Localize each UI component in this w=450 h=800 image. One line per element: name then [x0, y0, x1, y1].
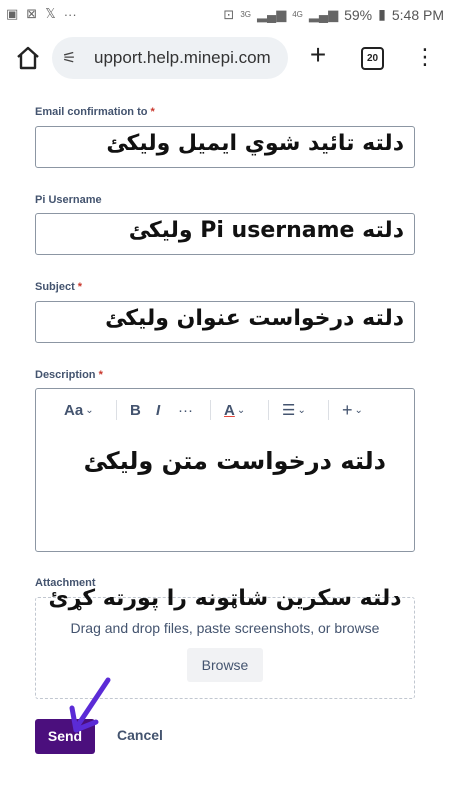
chevron-down-icon: ⌄ — [236, 404, 246, 416]
url-text: upport.help.minepi.com — [94, 48, 271, 67]
subject-field[interactable]: دلته درخواست عنوان وليکئ — [35, 301, 415, 343]
new-tab-button[interactable]: + — [304, 41, 332, 70]
browser-toolbar: ⚟ upport.help.minepi.com + 20 ⋮ — [0, 30, 450, 86]
insert-button[interactable]: + ⌄ — [342, 400, 363, 421]
toolbar-divider — [268, 400, 269, 420]
email-field-value: دلته تائيد شوي ايميل وليکئ — [106, 131, 404, 156]
editor-toolbar: Aa ⌄ B I ··· A ⌄ ☰ ⌄ + ⌄ — [36, 389, 414, 431]
pointer-arrow-icon — [69, 677, 111, 733]
subject-label: Subject * — [35, 281, 82, 293]
status-bar: ▣ ⊠ 𝕏 ··· ⊡ 3G ▂▄▆ 4G ▂▄▆ 59% ▮ 5:48 PM — [0, 0, 450, 30]
site-settings-icon[interactable]: ⚟ — [62, 48, 88, 68]
battery-icon: ▮ — [378, 6, 386, 22]
image-icon: ▣ — [6, 6, 19, 21]
subject-label-text: Subject — [35, 281, 75, 293]
description-label-text: Description — [35, 369, 96, 381]
username-field[interactable]: دلته Pi username وليکئ — [35, 213, 415, 255]
username-label: Pi Username — [35, 194, 102, 206]
cancel-button[interactable]: Cancel — [117, 727, 163, 743]
email-label: Email confirmation to * — [35, 106, 155, 118]
list-button[interactable]: ☰ ⌄ — [282, 401, 306, 419]
tab-switcher-button[interactable]: 20 — [361, 47, 384, 70]
network2-label: 4G — [292, 10, 303, 19]
browse-button[interactable]: Browse — [187, 648, 263, 682]
signal2-icon: ▂▄▆ — [308, 6, 339, 22]
bold-button[interactable]: B — [130, 402, 141, 419]
required-marker: * — [150, 106, 155, 118]
italic-button[interactable]: I — [156, 402, 160, 419]
more-formatting-button[interactable]: ··· — [178, 402, 193, 419]
toolbar-divider — [328, 400, 329, 420]
toolbar-divider — [116, 400, 117, 420]
bluetooth-alt-icon: ⊠ — [26, 6, 38, 21]
email-label-text: Email confirmation to — [35, 106, 148, 118]
status-left: ▣ ⊠ 𝕏 ··· — [6, 6, 77, 22]
vibrate-icon: ⊡ — [223, 6, 235, 22]
description-label: Description * — [35, 369, 103, 381]
address-bar[interactable]: ⚟ upport.help.minepi.com — [52, 37, 288, 79]
battery-level: 59% — [344, 6, 373, 23]
status-right: ⊡ 3G ▂▄▆ 4G ▂▄▆ 59% ▮ 5:48 PM — [223, 6, 444, 23]
description-text: دلته درخواست متن وليکئ — [83, 447, 386, 475]
text-color-icon: A — [224, 401, 235, 419]
overflow-menu-icon[interactable]: ⋮ — [414, 44, 436, 72]
toolbar-divider — [210, 400, 211, 420]
username-field-value: دلته Pi username وليکئ — [128, 218, 404, 243]
required-marker: * — [77, 281, 83, 293]
network-label: 3G — [240, 10, 251, 19]
text-color-button[interactable]: A ⌄ — [224, 402, 245, 419]
chevron-down-icon: ⌄ — [85, 404, 94, 416]
description-editor[interactable]: Aa ⌄ B I ··· A ⌄ ☰ ⌄ + ⌄ دلته درخواست مت… — [35, 388, 415, 552]
home-button[interactable] — [14, 44, 42, 72]
x-icon: 𝕏 — [45, 6, 56, 21]
chevron-down-icon: ⌄ — [354, 404, 363, 416]
signal-icon: ▂▄▆ — [257, 6, 287, 22]
text-style-label: Aa — [64, 401, 84, 419]
plus-icon: + — [342, 399, 353, 420]
dropzone-text: Drag and drop files, paste screenshots, … — [70, 620, 380, 636]
chevron-down-icon: ⌄ — [297, 404, 306, 416]
required-marker: * — [98, 369, 103, 381]
email-field[interactable]: دلته تائيد شوي ايميل وليکئ — [35, 126, 415, 168]
list-icon: ☰ — [282, 402, 296, 419]
home-icon — [17, 46, 39, 70]
clock: 5:48 PM — [391, 6, 444, 23]
attachment-overlay-text: دلته سکرين شاټونه را پورته کړئ — [48, 586, 402, 611]
more-dots: ··· — [63, 6, 77, 22]
text-style-button[interactable]: Aa ⌄ — [64, 402, 94, 419]
subject-field-value: دلته درخواست عنوان وليکئ — [105, 306, 404, 331]
